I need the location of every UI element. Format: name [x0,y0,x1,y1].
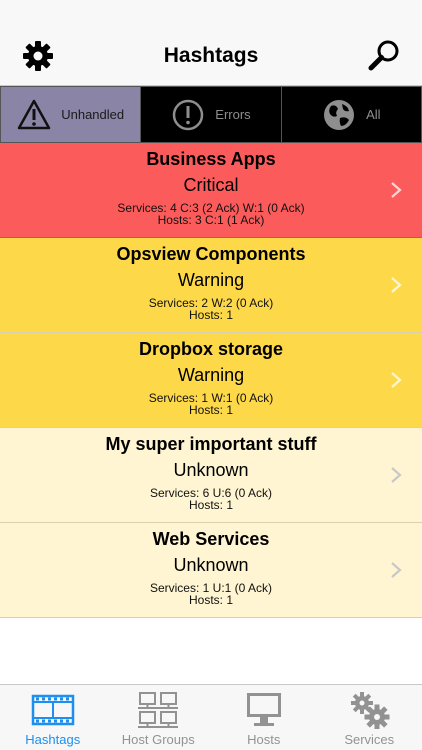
chevron-right-icon [391,182,402,198]
filter-label: All [366,107,381,122]
hosts-summary: Hosts: 3 C:1 (1 Ack) [157,213,265,227]
tab-label: Services [344,732,395,747]
filter-all[interactable]: All [282,87,421,142]
filter-label: Errors [215,107,251,122]
host-groups-icon [138,692,179,728]
film-strip-icon [31,694,74,726]
list-item[interactable]: Dropbox storage Warning Services: 1 W:1 … [0,333,422,428]
globe-icon [324,99,355,130]
hosts-summary: Hosts: 1 [188,308,233,322]
hashtag-state: Warning [177,365,245,385]
tab-hashtags[interactable]: Hashtags [0,685,106,750]
list-item[interactable]: Opsview Components Warning Services: 2 W… [0,238,422,333]
tab-hosts[interactable]: Hosts [211,685,317,750]
monitor-icon [246,693,281,726]
chevron-right-icon [391,372,402,388]
gears-icon [351,692,390,729]
page-title: Hashtags [163,44,259,67]
tab-services[interactable]: Services [317,685,422,750]
hashtag-name: Dropbox storage [138,339,284,359]
filter-unhandled[interactable]: Unhandled [1,87,142,142]
hashtag-name: Business Apps [146,149,276,169]
hosts-summary: Hosts: 1 [188,498,233,512]
list-item[interactable]: Business Apps Critical Services: 4 C:3 (… [0,143,422,238]
filter-errors[interactable]: Errors [141,87,282,142]
tab-label: Host Groups [121,732,195,747]
hashtag-state: Critical [183,175,239,195]
hosts-summary: Hosts: 1 [188,403,233,417]
tab-label: Hashtags [25,732,81,747]
hashtag-state: Warning [177,270,245,290]
hashtag-name: Web Services [152,529,270,549]
navigation-bar: Hashtags [0,0,422,86]
hashtag-name: Opsview Components [116,244,306,264]
chevron-right-icon [391,467,402,483]
hashtag-name: My super important stuff [105,434,317,454]
hosts-summary: Hosts: 1 [188,593,233,607]
hashtag-list: Business Apps Critical Services: 4 C:3 (… [0,143,422,618]
filter-segmented-control: Unhandled Errors All [0,86,422,143]
list-item[interactable]: Web Services Unknown Services: 1 U:1 (0 … [0,523,422,618]
list-item[interactable]: My super important stuff Unknown Service… [0,428,422,523]
filter-label: Unhandled [61,107,125,122]
tab-bar: Hashtags Host Groups Hosts Services [0,684,422,750]
tab-host-groups[interactable]: Host Groups [106,685,212,750]
chevron-right-icon [391,277,402,293]
hashtag-state: Unknown [173,460,249,480]
chevron-right-icon [391,562,402,578]
warning-triangle-icon [17,99,51,129]
exclamation-circle-icon [173,99,204,130]
tab-label: Hosts [247,732,281,747]
hashtag-state: Unknown [173,555,249,575]
search-icon[interactable] [366,38,402,74]
